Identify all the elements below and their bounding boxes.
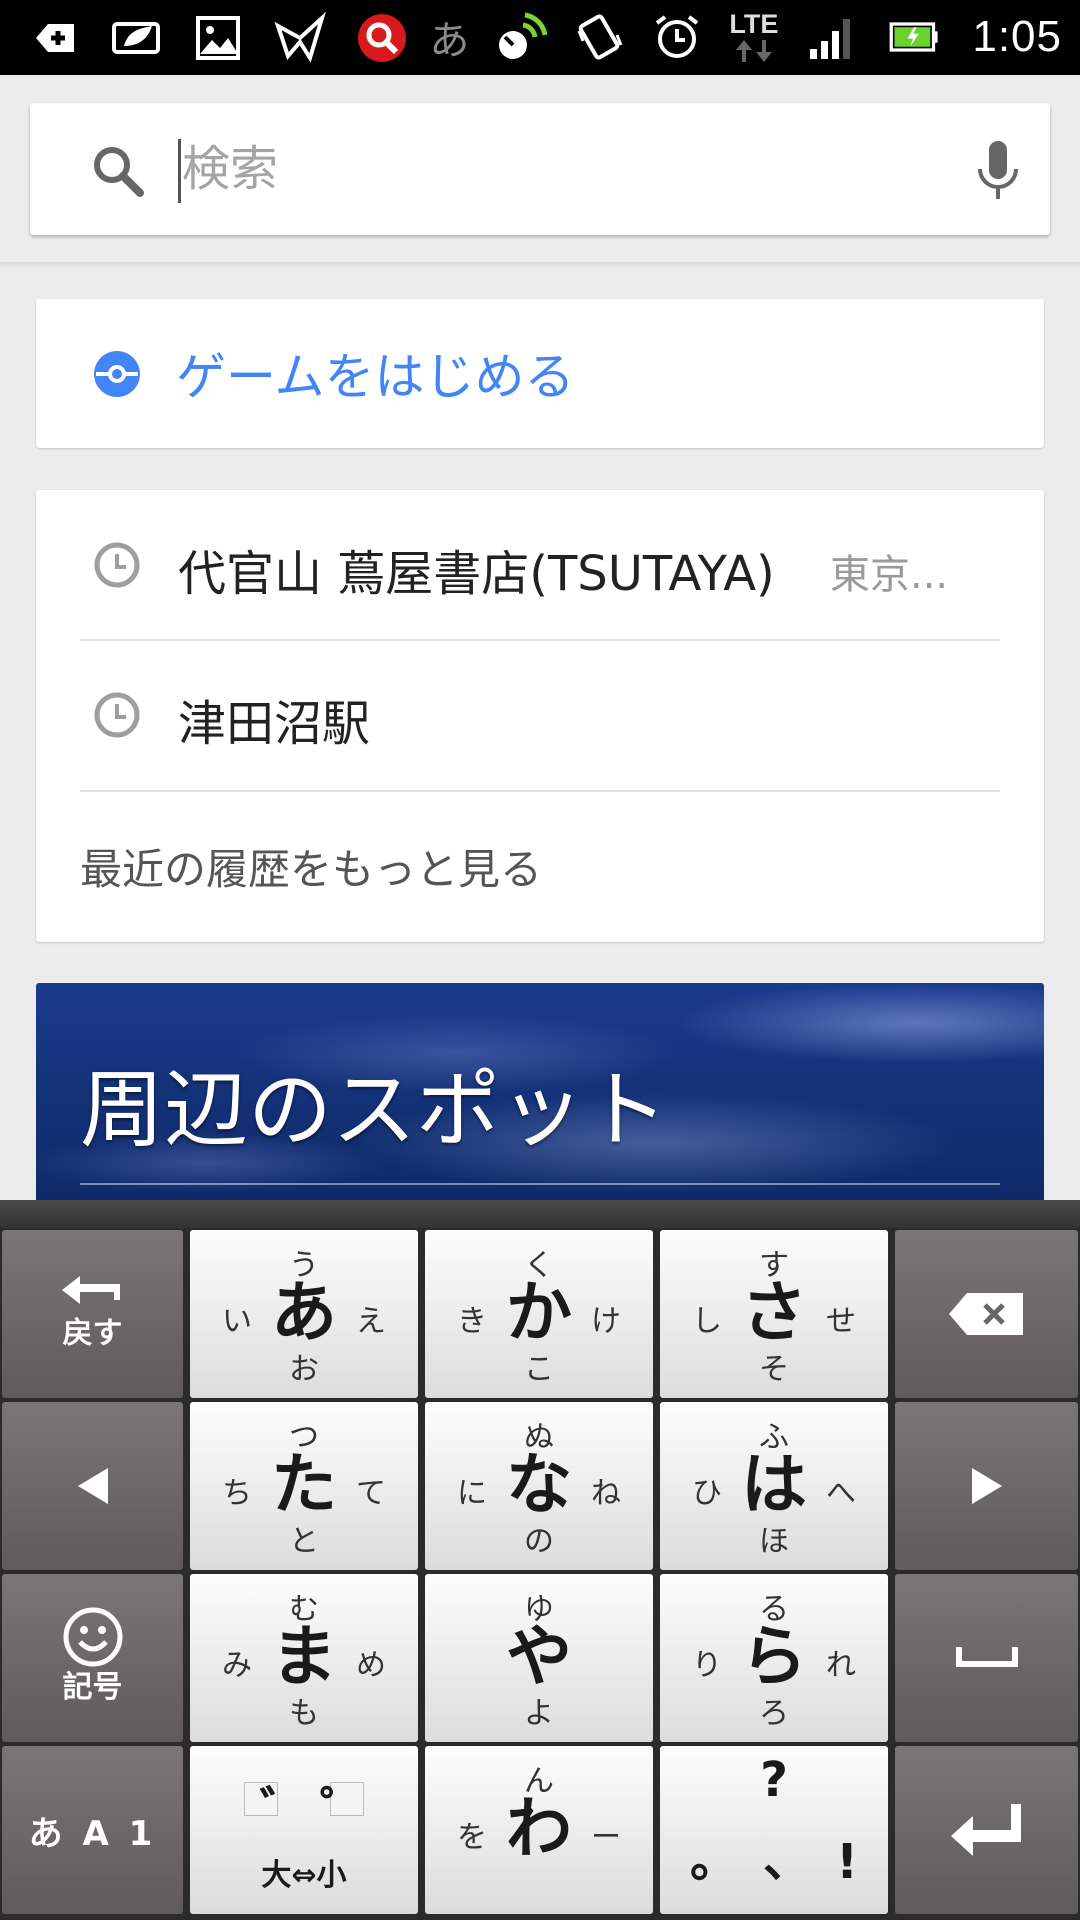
data-arrows-icon	[735, 39, 772, 62]
search-input[interactable]	[182, 133, 882, 205]
undo-label: 戻す	[62, 1316, 123, 1351]
arrow-right-icon	[971, 1468, 1002, 1504]
space-key[interactable]	[895, 1574, 1078, 1742]
comma-mark: 、	[763, 1832, 812, 1888]
enter-key[interactable]	[895, 1746, 1078, 1914]
backspace-icon	[948, 1293, 1023, 1335]
kana-key-ta[interactable]: つ ち た て と	[190, 1402, 418, 1570]
divider	[80, 790, 1000, 792]
flick-down: も	[289, 1696, 319, 1731]
kana-key-ma[interactable]: む み ま め も	[190, 1574, 418, 1742]
kana-key-na[interactable]: ぬ に な ね の	[425, 1402, 653, 1570]
vibrate-icon	[573, 11, 625, 63]
network-indicator: LTE	[729, 8, 779, 64]
divider	[80, 1183, 1000, 1185]
history-item[interactable]: 代官山 蔦屋書店(TSUTAYA) 東京...	[36, 490, 1044, 640]
punctuation-key[interactable]: ? 。 、 !	[660, 1746, 888, 1914]
nearby-spots-title: 周辺のスポット	[80, 1061, 669, 1159]
start-game-label: ゲームをはじめる	[176, 348, 575, 406]
cursor-right-key[interactable]	[895, 1402, 1078, 1570]
kana-key-ka[interactable]: く き か け こ	[425, 1230, 653, 1398]
signal-icon	[804, 11, 856, 63]
enter-icon	[950, 1804, 1021, 1856]
flick-down: こ	[524, 1352, 554, 1387]
flick-right: へ	[826, 1476, 856, 1511]
flick-right: え	[356, 1304, 386, 1339]
add-icon	[28, 12, 80, 64]
origami-icon	[274, 11, 326, 64]
flick-down: ほ	[759, 1524, 789, 1559]
flick-down: ろ	[759, 1696, 789, 1731]
flick-right: ー	[591, 1820, 621, 1855]
handakuten-mark: ゜	[320, 1782, 369, 1838]
history-item-title: 代官山 蔦屋書店(TSUTAYA)	[178, 546, 775, 602]
japanese-keyboard: 戻す 記号 あ A 1 う い あ え お く き か け こ す し さ せ …	[0, 1200, 1080, 1920]
dakuten-key[interactable]: ゛ ゜ 大⇔小	[190, 1746, 418, 1914]
microphone-icon[interactable]	[970, 139, 1026, 203]
arrow-left-icon	[77, 1468, 108, 1504]
search-area-divider	[0, 262, 1080, 268]
flick-down: そ	[759, 1352, 789, 1387]
cursor-left-key[interactable]	[2, 1402, 183, 1570]
punctuation-row: 。 、 !	[690, 1820, 858, 1890]
more-history-link[interactable]: 最近の履歴をもっと見る	[80, 836, 542, 897]
kana-key-wa[interactable]: ん を わ ー	[425, 1746, 653, 1914]
kana-key-a[interactable]: う い あ え お	[190, 1230, 418, 1398]
symbol-label: 記号	[62, 1670, 123, 1705]
search-history-card: 代官山 蔦屋書店(TSUTAYA) 東京... 津田沼駅 最近の履歴をもっと見る	[36, 490, 1044, 942]
size-toggle-label: 大⇔小	[261, 1858, 347, 1893]
dakuten-mark: ゛	[260, 1782, 309, 1838]
start-game-card[interactable]: ゲームをはじめる	[36, 299, 1044, 448]
network-type: LTE	[729, 8, 779, 39]
ime-indicator: あ	[429, 18, 470, 64]
alarm-icon	[651, 11, 703, 63]
search-bar[interactable]	[30, 103, 1050, 235]
gallery-icon	[192, 12, 244, 64]
flick-down: と	[289, 1524, 319, 1559]
text-cursor	[178, 139, 181, 203]
exclamation-mark: !	[836, 1834, 858, 1890]
history-item-title: 津田沼駅	[178, 696, 371, 752]
flick-down: よ	[524, 1696, 554, 1731]
flick-right: れ	[826, 1648, 856, 1683]
keyboard-top-bar	[0, 1200, 1080, 1228]
search-icon[interactable]	[90, 143, 146, 199]
kana-key-ya[interactable]: ゆ や よ	[425, 1574, 653, 1742]
input-mode-key[interactable]: あ A 1	[2, 1746, 183, 1914]
undo-key[interactable]: 戻す	[2, 1230, 183, 1398]
question-mark: ?	[760, 1752, 788, 1808]
notification-icons	[28, 10, 408, 65]
symbol-key[interactable]: 記号	[2, 1574, 183, 1742]
flick-right: め	[356, 1648, 386, 1683]
clock: 1:05	[972, 12, 1062, 61]
battery-icon	[882, 11, 946, 63]
space-icon	[955, 1647, 1018, 1667]
kana-key-ra[interactable]: る り ら れ ろ	[660, 1574, 888, 1742]
flick-right: て	[356, 1476, 386, 1511]
flick-down: お	[289, 1352, 319, 1387]
nearby-spots-card[interactable]: 周辺のスポット	[36, 983, 1044, 1203]
smiley-icon	[63, 1607, 122, 1667]
flick-right: け	[591, 1304, 621, 1339]
backspace-key[interactable]	[895, 1230, 1078, 1398]
search-app-icon	[356, 12, 408, 64]
status-bar: あ LTE 1:05	[0, 0, 1080, 75]
flick-right: せ	[826, 1304, 856, 1339]
system-icons: あ LTE 1:05	[429, 6, 1062, 68]
eco-icon	[110, 12, 162, 64]
key-main: や	[506, 1618, 572, 1695]
input-mode-label: あ A 1	[28, 1813, 157, 1854]
kana-key-ha[interactable]: ふ ひ は へ ほ	[660, 1402, 888, 1570]
history-clock-icon	[94, 542, 140, 588]
flick-down: の	[524, 1524, 554, 1559]
kana-key-sa[interactable]: す し さ せ そ	[660, 1230, 888, 1398]
history-item[interactable]: 津田沼駅	[36, 640, 1044, 790]
game-icon	[94, 351, 140, 397]
history-clock-icon	[94, 692, 140, 738]
period-mark: 。	[690, 1832, 739, 1888]
sync-icon	[495, 11, 548, 63]
flick-right: ね	[591, 1476, 621, 1511]
history-item-subtitle: 東京...	[830, 552, 949, 598]
